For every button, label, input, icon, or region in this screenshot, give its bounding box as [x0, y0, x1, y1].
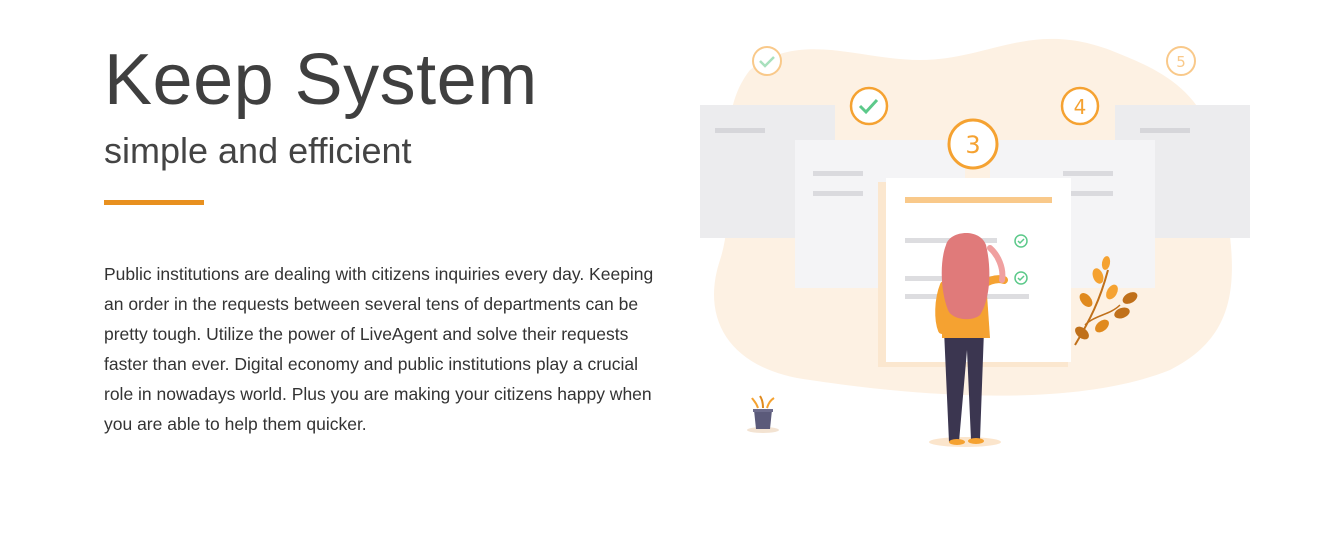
page-subtitle: simple and efficient	[104, 130, 412, 171]
card-line	[813, 171, 863, 176]
card-line	[1063, 171, 1113, 176]
card-line	[715, 128, 765, 133]
hero-text: Keep System simple and efficient Public …	[104, 40, 664, 439]
workflow-illustration: 3 4 5	[700, 38, 1250, 447]
card-header-bar	[905, 197, 1052, 203]
step-number-4: 4	[1074, 95, 1087, 119]
page: Keep System simple and efficient Public …	[0, 0, 1329, 536]
plant-pot-icon	[747, 395, 779, 433]
card-line	[1140, 128, 1190, 133]
step-number-5: 5	[1176, 53, 1186, 71]
accent-divider	[104, 200, 204, 205]
check-badge-icon	[752, 46, 782, 76]
description-paragraph: Public institutions are dealing with cit…	[104, 264, 654, 434]
card-line	[813, 191, 863, 196]
step-number-3: 3	[965, 131, 980, 159]
check-badge-icon	[849, 86, 889, 126]
page-title: Keep System	[104, 40, 538, 120]
